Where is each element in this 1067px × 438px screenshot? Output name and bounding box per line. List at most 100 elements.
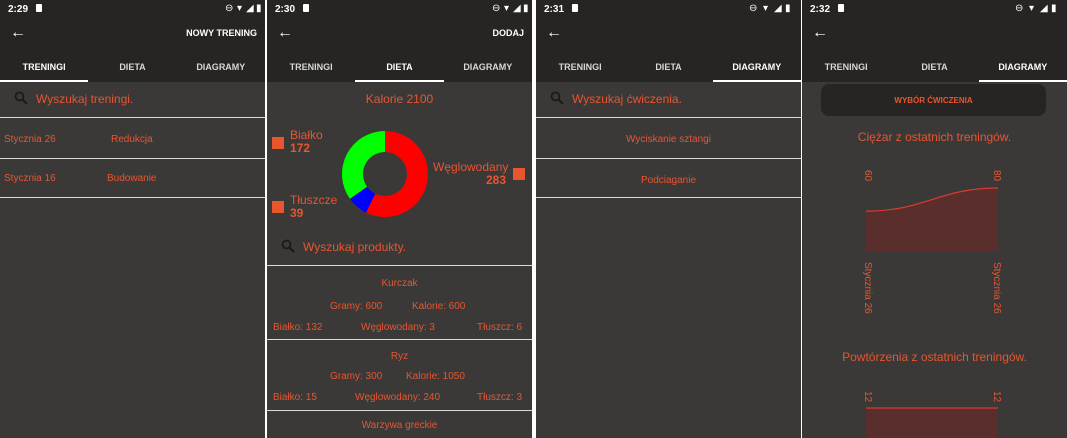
add-button[interactable]: DODAJ bbox=[492, 28, 524, 38]
weight-point-label: 60 bbox=[862, 170, 873, 182]
training-name: Budowanie bbox=[107, 173, 157, 184]
sd-card-icon bbox=[572, 4, 578, 12]
do-not-disturb-icon: ⊖ bbox=[492, 3, 501, 14]
carbs-legend-square bbox=[513, 168, 525, 180]
food-name: Ryz bbox=[390, 351, 409, 362]
search-icon bbox=[550, 91, 564, 105]
food-item[interactable]: Kurczak Gramy: 600 Kalorie: 600 Białko: … bbox=[267, 268, 532, 340]
app-bar: ← NOWY TRENING bbox=[0, 20, 265, 50]
tab-bar: TRENINGI DIETA DIAGRAMY bbox=[536, 50, 801, 82]
weight-x-label: Stycznia 26 bbox=[991, 262, 1002, 314]
sd-card-icon bbox=[303, 4, 309, 12]
back-arrow-icon[interactable]: ← bbox=[546, 24, 562, 42]
back-arrow-icon[interactable]: ← bbox=[812, 24, 828, 42]
battery-icon: ▮ bbox=[523, 3, 529, 14]
tab-diet[interactable]: DIETA bbox=[890, 50, 978, 82]
do-not-disturb-icon: ⊖ bbox=[225, 3, 234, 14]
status-time: 2:31 bbox=[544, 4, 565, 15]
status-bar: 2:30 ⊖ ▾ ◢ ▮ bbox=[267, 0, 532, 20]
macro-donut-chart bbox=[342, 131, 428, 217]
carbs-value: 283 bbox=[485, 173, 506, 187]
status-time: 2:29 bbox=[8, 4, 29, 15]
tab-trainings[interactable]: TRENINGI bbox=[0, 50, 89, 82]
status-time: 2:30 bbox=[275, 4, 296, 15]
wifi-icon: ▾ bbox=[763, 3, 769, 14]
sd-card-icon bbox=[36, 4, 42, 12]
fat-label: Tłuszcze bbox=[290, 193, 338, 207]
battery-icon: ▮ bbox=[785, 3, 791, 14]
back-arrow-icon[interactable]: ← bbox=[10, 24, 26, 42]
training-date: Stycznia 26 bbox=[4, 134, 56, 145]
wifi-icon: ▾ bbox=[504, 3, 510, 14]
reps-chart-title: Powtórzenia z ostatnich treningów. bbox=[842, 350, 1027, 364]
app-bar: ← bbox=[536, 20, 801, 50]
screen-trainings: 2:29 ⊖ ▾ ◢ ▮ ← NOWY TRENING TRENINGI DIE… bbox=[0, 0, 265, 438]
protein-macro: Białko 172 bbox=[290, 129, 323, 155]
tab-diet[interactable]: DIETA bbox=[355, 50, 444, 82]
food-calories: Kalorie: 600 bbox=[412, 301, 466, 312]
tab-trainings[interactable]: TRENINGI bbox=[536, 50, 624, 82]
tab-charts[interactable]: DIAGRAMY bbox=[444, 50, 532, 82]
protein-label: Białko bbox=[290, 128, 323, 142]
search-bar[interactable]: Wyszukaj ćwiczenia. bbox=[536, 82, 801, 118]
search-input[interactable]: Wyszukaj produkty. bbox=[303, 240, 406, 254]
carbs-macro: Węglowodany 283 bbox=[433, 160, 509, 187]
protein-legend-square bbox=[272, 137, 284, 149]
exercise-item[interactable]: Podciaganie bbox=[536, 160, 801, 198]
new-training-button[interactable]: NOWY TRENING bbox=[186, 28, 257, 38]
signal-icon: ◢ bbox=[246, 3, 254, 14]
app-bar: ← bbox=[802, 20, 1067, 50]
wifi-icon: ▾ bbox=[237, 3, 243, 14]
food-grams: Gramy: 600 bbox=[330, 301, 383, 312]
tab-charts[interactable]: DIAGRAMY bbox=[712, 50, 801, 82]
do-not-disturb-icon: ⊖ bbox=[1015, 3, 1024, 14]
reps-point-label: 12 bbox=[991, 391, 1002, 403]
food-item[interactable]: Warzywa greckie bbox=[267, 412, 532, 438]
status-time: 2:32 bbox=[810, 4, 831, 15]
tab-trainings[interactable]: TRENINGI bbox=[802, 50, 890, 82]
search-icon bbox=[281, 239, 295, 253]
screen-diet: 2:30 ⊖ ▾ ◢ ▮ ← DODAJ TRENINGI DIETA DIAG… bbox=[267, 0, 532, 438]
search-input[interactable]: Wyszukaj treningi. bbox=[36, 92, 133, 106]
choose-exercise-button[interactable]: WYBÓR ĆWICZENIA bbox=[821, 84, 1046, 116]
tab-charts[interactable]: DIAGRAMY bbox=[978, 50, 1067, 82]
fat-macro: Tłuszcze 39 bbox=[290, 194, 337, 220]
status-bar: 2:29 ⊖ ▾ ◢ ▮ bbox=[0, 0, 265, 20]
fat-value: 39 bbox=[290, 206, 304, 220]
tab-charts[interactable]: DIAGRAMY bbox=[177, 50, 265, 82]
food-name: Warzywa greckie bbox=[361, 420, 438, 431]
tab-trainings[interactable]: TRENINGI bbox=[267, 50, 355, 82]
chart-area-fill bbox=[866, 408, 998, 438]
search-icon bbox=[14, 91, 28, 105]
food-name: Kurczak bbox=[381, 278, 418, 289]
food-carbs: Węglowodany: 240 bbox=[355, 392, 441, 403]
do-not-disturb-icon: ⊖ bbox=[749, 3, 758, 14]
exercise-item[interactable]: Wyciskanie sztangi bbox=[536, 119, 801, 159]
screen-exercise-picker: 2:31 ⊖ ▾ ◢ ▮ ← TRENINGI DIETA DIAGRAMY W… bbox=[536, 0, 801, 438]
battery-icon: ▮ bbox=[256, 3, 262, 14]
sd-card-icon bbox=[838, 4, 844, 12]
weight-chart-title: Ciężar z ostatnich treningów. bbox=[857, 130, 1012, 144]
calories-title: Kalorie 2100 bbox=[365, 92, 434, 106]
chart-area-fill bbox=[866, 188, 998, 251]
search-input[interactable]: Wyszukaj ćwiczenia. bbox=[572, 92, 682, 106]
food-fat: Tłuszcz: 3 bbox=[477, 392, 523, 403]
weight-area-chart bbox=[866, 187, 998, 251]
tab-bar: TRENINGI DIETA DIAGRAMY bbox=[267, 50, 532, 82]
signal-icon: ◢ bbox=[1040, 3, 1048, 14]
tab-diet[interactable]: DIETA bbox=[624, 50, 712, 82]
donut-slice-białko bbox=[342, 131, 385, 199]
food-item[interactable]: Ryz Gramy: 300 Kalorie: 1050 Białko: 15 … bbox=[267, 341, 532, 411]
tab-diet[interactable]: DIETA bbox=[88, 50, 176, 82]
list-item[interactable]: Stycznia 26 Redukcja bbox=[0, 119, 265, 159]
carbs-label: Węglowodany bbox=[433, 160, 509, 174]
food-protein: Białko: 132 bbox=[273, 322, 323, 333]
list-item[interactable]: Stycznia 16 Budowanie bbox=[0, 158, 265, 198]
training-name: Redukcja bbox=[111, 134, 153, 145]
back-arrow-icon[interactable]: ← bbox=[277, 24, 293, 42]
fat-legend-square bbox=[272, 201, 284, 213]
battery-icon: ▮ bbox=[1051, 3, 1057, 14]
search-bar[interactable]: Wyszukaj produkty. bbox=[267, 230, 532, 266]
app-bar: ← DODAJ bbox=[267, 20, 532, 50]
search-bar[interactable]: Wyszukaj treningi. bbox=[0, 82, 265, 118]
